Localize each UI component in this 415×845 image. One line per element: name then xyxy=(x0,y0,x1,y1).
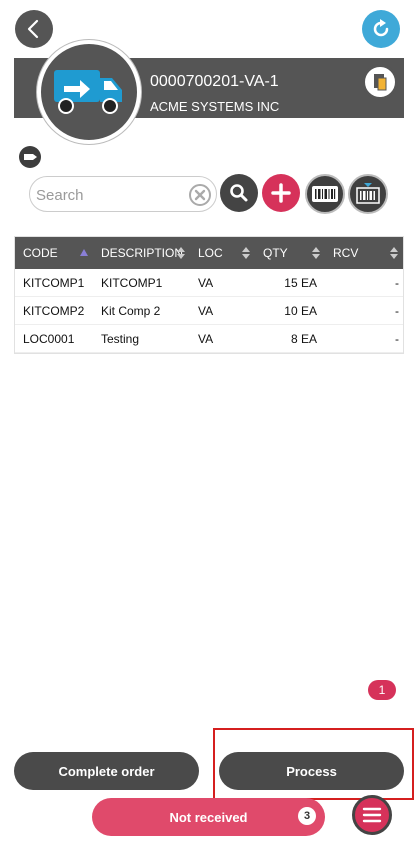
cell-code: KITCOMP2 xyxy=(23,303,85,318)
search-icon xyxy=(230,184,248,202)
table-row[interactable]: KITCOMP1 KITCOMP1 VA 15 EA - xyxy=(15,269,403,297)
tag-button[interactable] xyxy=(18,146,42,168)
order-number: 0000700201-VA-1 xyxy=(150,73,279,90)
clear-icon xyxy=(189,184,211,206)
not-received-count-badge: 3 xyxy=(298,807,316,825)
hamburger-menu-icon xyxy=(362,807,382,823)
cell-qty: 15 EA xyxy=(284,275,317,290)
cell-qty: 8 EA xyxy=(290,331,317,346)
cell-code: KITCOMP1 xyxy=(23,275,85,290)
cell-description: Testing xyxy=(101,331,140,346)
sort-icon xyxy=(312,247,320,259)
document-button[interactable] xyxy=(362,64,398,100)
cell-loc: VA xyxy=(198,303,214,318)
refresh-button[interactable] xyxy=(362,10,400,48)
grid-header: CODE DESCRIPTION LOC QTY RCV xyxy=(15,237,403,269)
column-header-rcv[interactable]: RCV xyxy=(325,237,403,269)
clear-search-button[interactable] xyxy=(188,183,212,207)
cell-loc: VA xyxy=(198,275,214,290)
scan-button[interactable] xyxy=(348,174,388,214)
customer-name: ACME SYSTEMS INC xyxy=(150,99,280,114)
tag-icon xyxy=(19,146,41,168)
complete-order-button[interactable]: Complete order xyxy=(14,752,199,790)
delivery-truck-icon xyxy=(54,70,122,114)
table-row[interactable]: LOC0001 Testing VA 8 EA - xyxy=(15,325,403,353)
column-label: RCV xyxy=(333,246,359,260)
column-label: DESCRIPTION xyxy=(101,246,184,260)
cell-qty: 10 EA xyxy=(284,303,317,318)
back-button[interactable] xyxy=(15,10,53,48)
process-button[interactable]: Process xyxy=(219,752,404,790)
column-label: LOC xyxy=(198,246,223,260)
cell-description: KITCOMP1 xyxy=(101,275,163,290)
refresh-icon xyxy=(373,19,389,37)
search-input[interactable] xyxy=(36,184,176,206)
not-received-button[interactable]: Not received xyxy=(92,798,325,836)
column-label: QTY xyxy=(263,246,288,260)
column-header-code[interactable]: CODE xyxy=(15,237,93,269)
cell-description: Kit Comp 2 xyxy=(101,303,161,318)
not-received-label: Not received xyxy=(169,809,248,825)
truck-badge xyxy=(37,40,141,144)
cell-code: LOC0001 xyxy=(23,331,75,346)
sort-ascending-icon xyxy=(80,249,88,256)
sort-icon xyxy=(390,247,398,259)
sort-icon xyxy=(177,247,185,259)
items-grid: CODE DESCRIPTION LOC QTY RCV KITCOMP1 KI… xyxy=(14,236,404,354)
barcode-icon xyxy=(312,186,338,202)
cell-rcv: - xyxy=(395,331,399,346)
column-header-loc[interactable]: LOC xyxy=(190,237,255,269)
table-row[interactable]: KITCOMP2 Kit Comp 2 VA 10 EA - xyxy=(15,297,403,325)
count-badge: 1 xyxy=(368,680,396,700)
cell-rcv: - xyxy=(395,303,399,318)
search-box xyxy=(29,176,217,212)
sort-icon xyxy=(242,247,250,259)
barcode-button[interactable] xyxy=(305,174,345,214)
chevron-left-icon xyxy=(27,19,39,39)
add-button[interactable] xyxy=(262,174,300,212)
cell-rcv: - xyxy=(395,275,399,290)
cell-loc: VA xyxy=(198,331,214,346)
search-button[interactable] xyxy=(220,174,258,212)
column-header-description[interactable]: DESCRIPTION xyxy=(93,237,190,269)
barcode-scan-icon xyxy=(356,183,380,204)
plus-icon xyxy=(271,183,291,203)
menu-button[interactable] xyxy=(352,795,392,835)
document-icon xyxy=(374,74,387,91)
column-header-qty[interactable]: QTY xyxy=(255,237,325,269)
column-label: CODE xyxy=(23,246,58,260)
